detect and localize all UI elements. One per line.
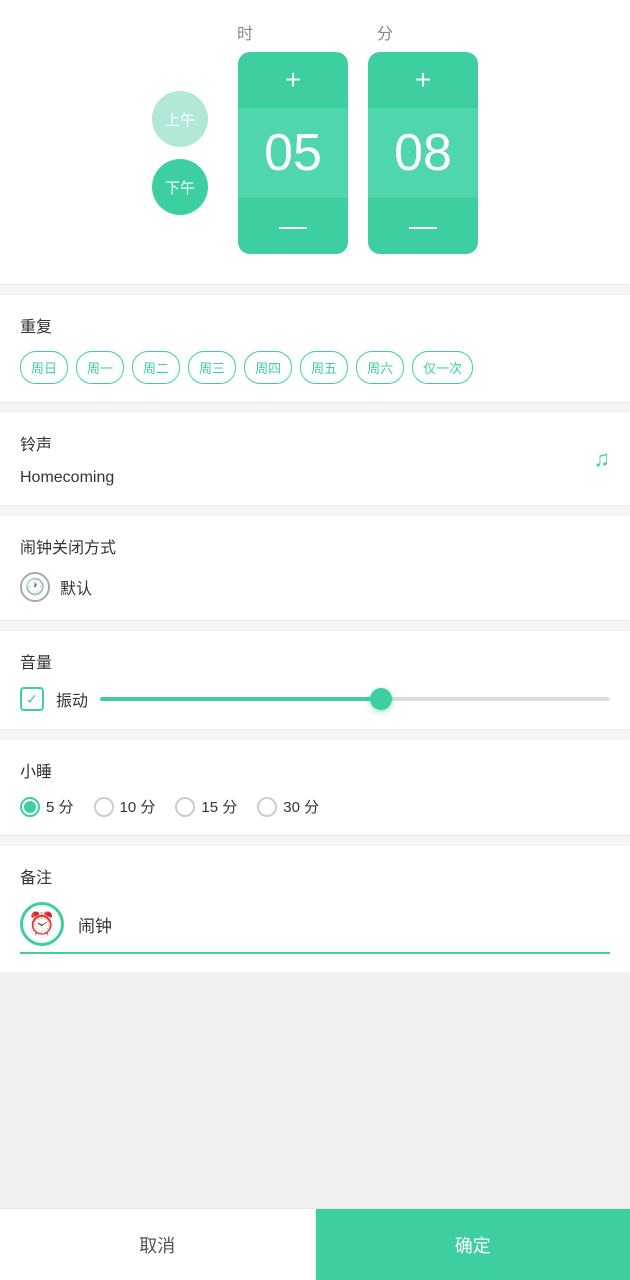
minute-spinner: + 08 — <box>368 52 478 254</box>
snooze-label: 15 分 <box>201 796 237 817</box>
days-row: 周日周一周二周三周四周五周六仅一次 <box>20 351 610 384</box>
hour-label: 时 <box>215 20 275 44</box>
snooze-option[interactable]: 10 分 <box>94 796 156 817</box>
dismiss-title: 闹钟关闭方式 <box>20 534 610 558</box>
volume-row: ✓ 振动 <box>20 687 610 711</box>
day-button[interactable]: 周五 <box>300 351 348 384</box>
confirm-button[interactable]: 确定 <box>316 1209 630 1280</box>
vibrate-checkbox[interactable]: ✓ <box>20 687 44 711</box>
day-button[interactable]: 周三 <box>188 351 236 384</box>
alarm-bell-icon: ⏰ <box>20 902 64 946</box>
minute-value: 08 <box>368 108 478 198</box>
repeat-title: 重复 <box>20 313 610 337</box>
snooze-options: 5 分 10 分 15 分 30 分 <box>20 796 610 817</box>
radio-button <box>20 797 40 817</box>
repeat-section: 重复 周日周一周二周三周四周五周六仅一次 <box>0 295 630 402</box>
radio-button <box>175 797 195 817</box>
snooze-option[interactable]: 15 分 <box>175 796 237 817</box>
notes-title: 备注 <box>20 864 610 888</box>
am-pm-column: 上午 下午 <box>152 91 208 215</box>
volume-section: 音量 ✓ 振动 <box>0 631 630 729</box>
filler-area <box>0 972 630 1208</box>
divider-1 <box>0 284 630 285</box>
snooze-section: 小睡 5 分 10 分 15 分 30 分 <box>0 740 630 835</box>
divider-2 <box>0 402 630 403</box>
music-icon: ♫ <box>594 446 611 472</box>
divider-3 <box>0 505 630 506</box>
snooze-label: 30 分 <box>283 796 319 817</box>
divider-5 <box>0 729 630 730</box>
day-button[interactable]: 仅一次 <box>412 351 473 384</box>
pm-button[interactable]: 下午 <box>152 159 208 215</box>
notes-value[interactable]: 闹钟 <box>78 912 112 937</box>
minute-decrement-button[interactable]: — <box>368 198 478 254</box>
dismiss-label: 默认 <box>60 575 92 599</box>
bottom-bar: 取消 确定 <box>0 1208 630 1280</box>
radio-button <box>257 797 277 817</box>
slider-thumb <box>370 688 392 710</box>
time-labels-row: 时 分 <box>215 20 415 44</box>
day-button[interactable]: 周日 <box>20 351 68 384</box>
day-button[interactable]: 周四 <box>244 351 292 384</box>
volume-title: 音量 <box>20 649 610 673</box>
radio-button <box>94 797 114 817</box>
day-button[interactable]: 周二 <box>132 351 180 384</box>
day-button[interactable]: 周六 <box>356 351 404 384</box>
divider-4 <box>0 620 630 621</box>
snooze-title: 小睡 <box>20 758 610 782</box>
notes-section: 备注 ⏰ 闹钟 <box>0 846 630 972</box>
am-button[interactable]: 上午 <box>152 91 208 147</box>
dismiss-section: 闹钟关闭方式 🕐 默认 <box>0 516 630 620</box>
volume-slider[interactable] <box>100 697 610 701</box>
ringtone-section[interactable]: 铃声 Homecoming ♫ <box>0 413 630 505</box>
snooze-label: 5 分 <box>46 796 74 817</box>
clock-icon: 🕐 <box>20 572 50 602</box>
minute-label: 分 <box>355 20 415 44</box>
hour-increment-button[interactable]: + <box>238 52 348 108</box>
cancel-button[interactable]: 取消 <box>0 1209 316 1280</box>
snooze-label: 10 分 <box>120 796 156 817</box>
vibrate-label: 振动 <box>56 687 88 711</box>
ringtone-name: Homecoming <box>20 469 610 487</box>
day-button[interactable]: 周一 <box>76 351 124 384</box>
dismiss-option[interactable]: 🕐 默认 <box>20 572 610 602</box>
radio-inner <box>24 801 36 813</box>
hour-value: 05 <box>238 108 348 198</box>
slider-fill <box>100 697 380 701</box>
snooze-option[interactable]: 5 分 <box>20 796 74 817</box>
hour-spinner: + 05 — <box>238 52 348 254</box>
divider-6 <box>0 835 630 836</box>
time-picker-section: 时 分 上午 下午 + 05 — + 08 — <box>0 0 630 284</box>
notes-row: ⏰ 闹钟 <box>20 902 610 954</box>
minute-increment-button[interactable]: + <box>368 52 478 108</box>
snooze-option[interactable]: 30 分 <box>257 796 319 817</box>
hour-decrement-button[interactable]: — <box>238 198 348 254</box>
time-controls-row: 上午 下午 + 05 — + 08 — <box>152 52 478 254</box>
ringtone-title: 铃声 <box>20 431 610 455</box>
